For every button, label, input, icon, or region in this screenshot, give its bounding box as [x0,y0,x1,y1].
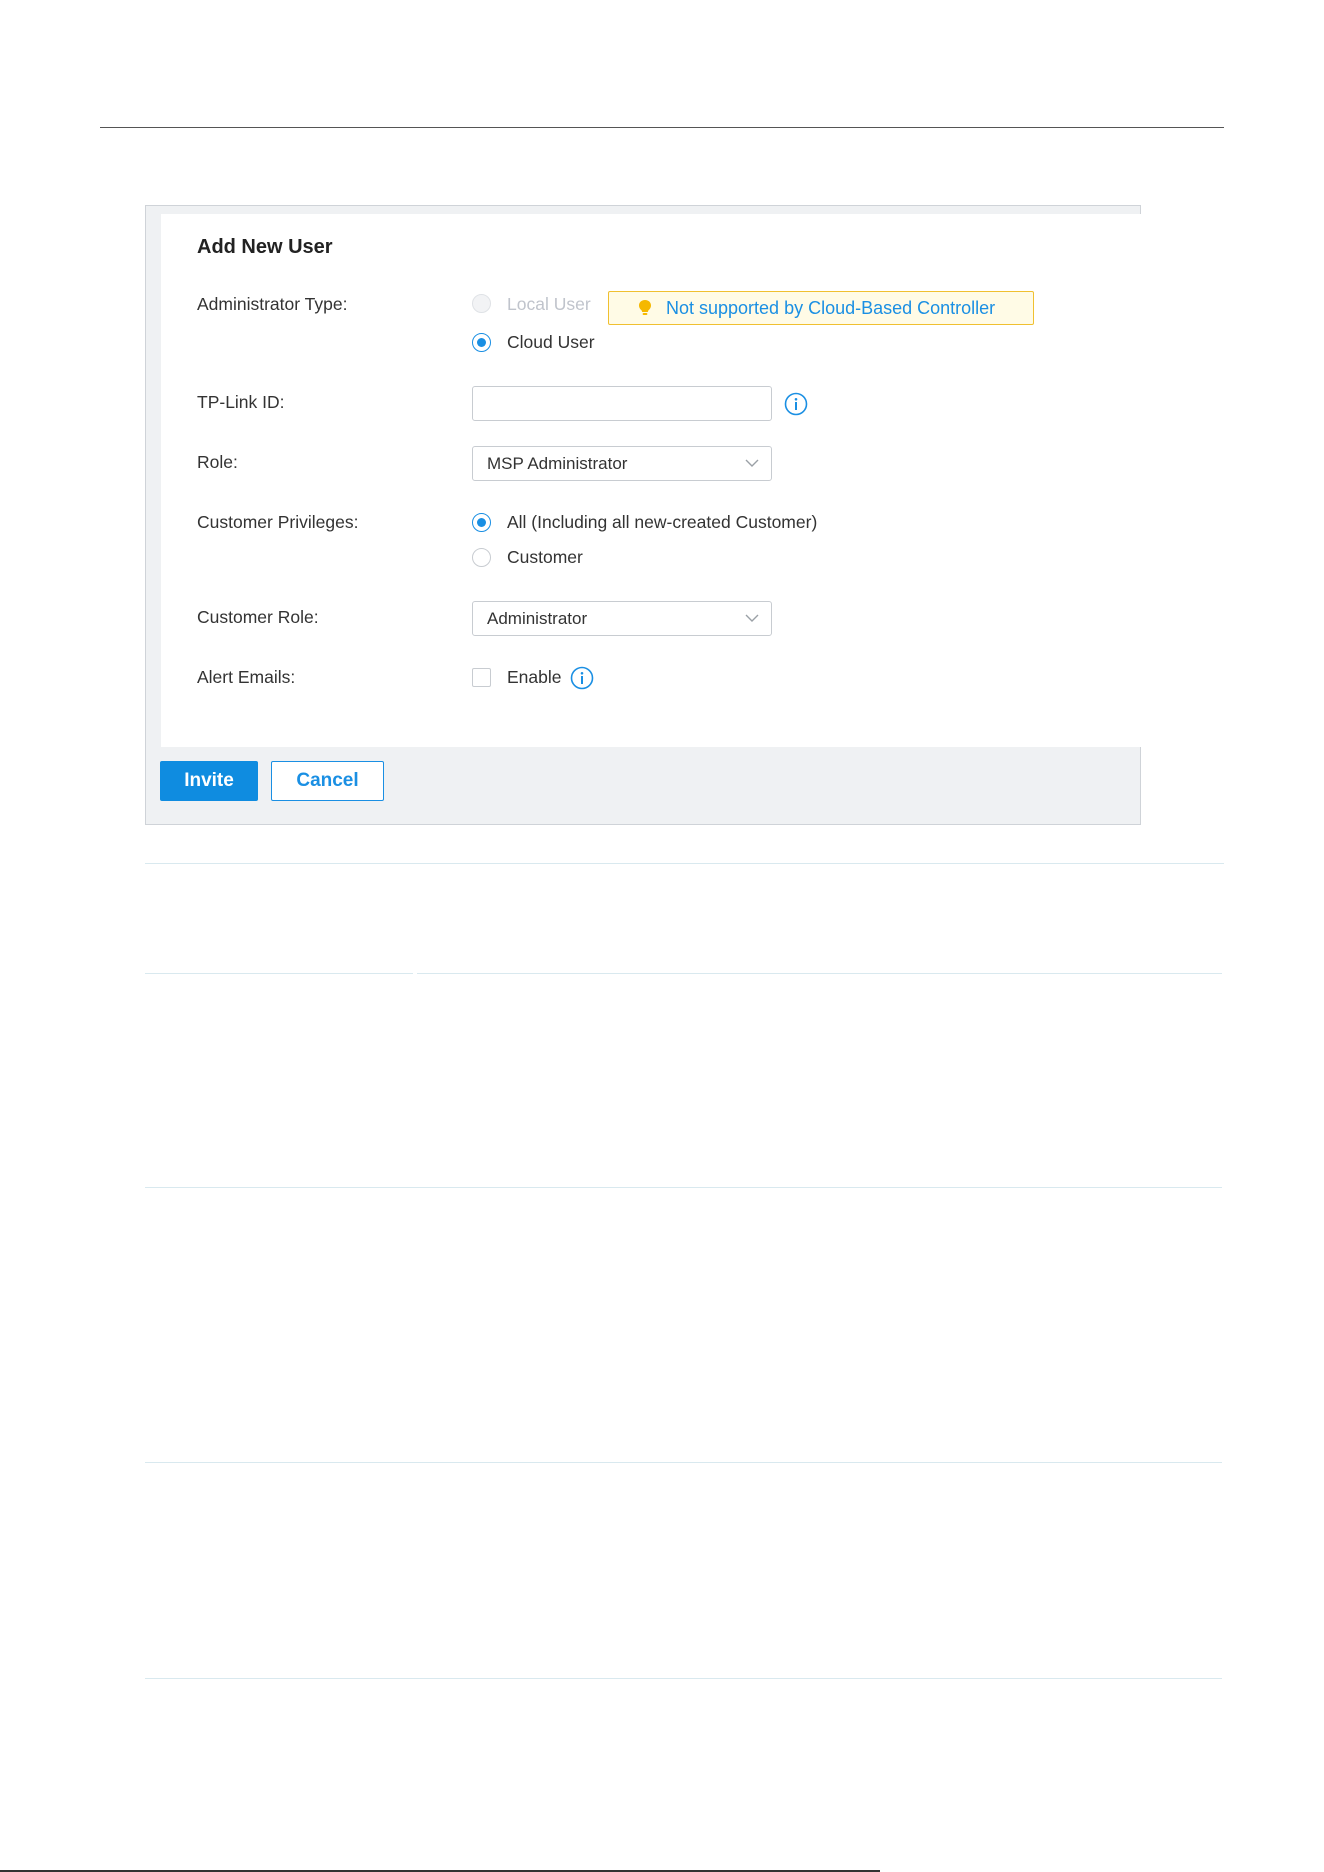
customer-role-select[interactable]: Administrator [472,601,772,636]
local-user-radio[interactable] [472,294,491,313]
role-value: MSP Administrator [487,454,628,473]
chevron-down-icon [745,614,759,622]
all-customers-label: All (Including all new-created Customer) [507,512,818,532]
customer-role-value: Administrator [487,609,588,628]
invite-button[interactable]: Invite [160,761,258,801]
cancel-button[interactable]: Cancel [271,761,384,801]
enable-label: Enable [507,667,562,687]
info-icon[interactable] [570,666,594,690]
cloud-controller-notice: Not supported by Cloud-Based Controller [608,291,1034,325]
customer-role-label: Customer Role: [197,607,319,627]
notice-text: Not supported by Cloud-Based Controller [666,298,996,318]
customer-label: Customer [507,547,583,567]
role-select[interactable]: MSP Administrator [472,446,772,481]
table-divider [145,1187,1222,1188]
all-customers-radio[interactable] [472,513,491,532]
chevron-down-icon [745,459,759,467]
cloud-user-label: Cloud User [507,332,595,352]
lightbulb-icon [639,300,651,315]
table-divider [417,973,1222,974]
customer-radio[interactable] [472,548,491,567]
table-divider [145,973,413,974]
table-divider [145,1678,1222,1679]
dialog-title: Add New User [197,236,333,258]
customer-privileges-label: Customer Privileges: [197,512,359,532]
administrator-type-label: Administrator Type: [197,294,348,314]
table-divider [145,1462,1222,1463]
tp-link-id-input[interactable] [472,386,772,421]
alert-emails-label: Alert Emails: [197,667,296,687]
tp-link-id-label: TP-Link ID: [197,392,285,412]
local-user-label: Local User [507,294,591,314]
table-divider [145,863,1224,864]
cloud-user-radio[interactable] [472,333,491,352]
role-label: Role: [197,452,238,472]
alert-emails-checkbox[interactable] [472,668,491,687]
info-icon[interactable] [784,392,808,416]
page-header-rule [100,127,1224,128]
